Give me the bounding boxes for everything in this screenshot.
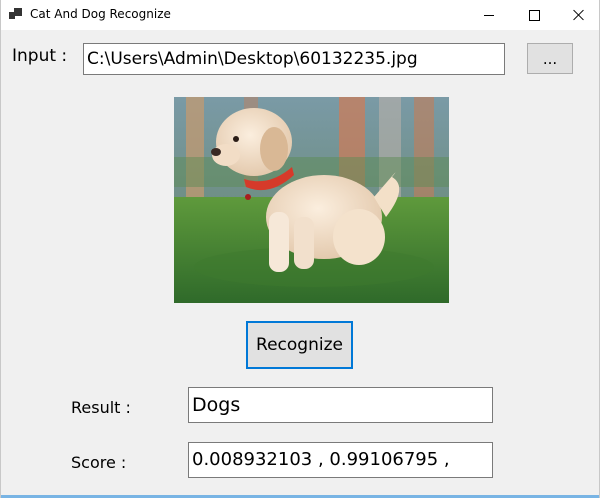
- score-label: Score :: [71, 453, 127, 472]
- title-bar[interactable]: Cat And Dog Recognize: [1, 0, 599, 30]
- file-path-input[interactable]: C:\Users\Admin\Desktop\60132235.jpg: [83, 43, 505, 75]
- minimize-icon: [484, 14, 494, 16]
- input-label: Input :: [12, 46, 68, 66]
- minimize-button[interactable]: [466, 0, 512, 30]
- maximize-icon: [528, 9, 540, 21]
- browse-button[interactable]: ...: [527, 43, 573, 74]
- window-title: Cat And Dog Recognize: [30, 7, 171, 21]
- app-window: Cat And Dog Recognize Input : C:\Users\A…: [0, 0, 600, 498]
- result-field[interactable]: Dogs: [188, 387, 493, 423]
- recognize-button[interactable]: Recognize: [246, 321, 353, 369]
- close-button[interactable]: [556, 0, 600, 30]
- score-field[interactable]: 0.008932103 , 0.99106795 ,: [188, 442, 493, 478]
- close-icon: [573, 9, 585, 21]
- result-label: Result :: [71, 398, 131, 417]
- maximize-button[interactable]: [511, 0, 557, 30]
- preview-image: [174, 97, 449, 303]
- app-icon: [9, 7, 23, 21]
